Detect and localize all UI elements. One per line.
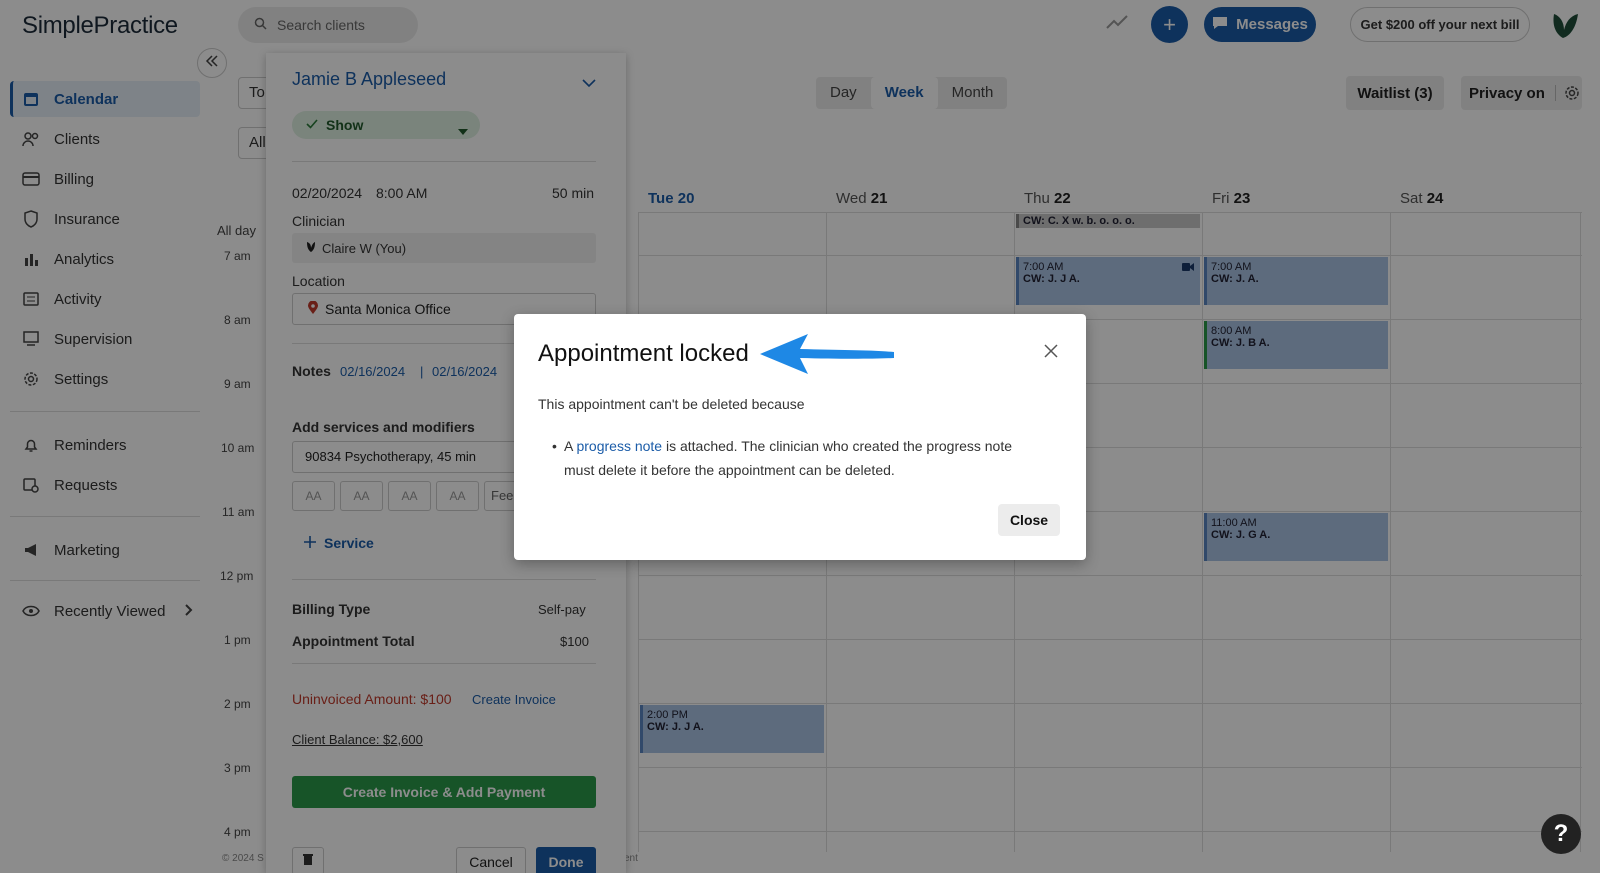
progress-note-link[interactable]: progress note [576,438,662,454]
close-icon[interactable] [1044,344,1058,363]
close-button[interactable]: Close [998,504,1060,536]
dialog-title: Appointment locked [538,340,749,367]
reason-prefix: A [564,438,577,454]
annotation-arrow-icon [760,332,896,381]
dialog-body: This appointment can't be deleted becaus… [538,396,805,412]
question-icon: ? [1553,820,1569,847]
help-button[interactable]: ? [1541,814,1581,854]
dialog-reason: A progress note is attached. The clinici… [552,434,1044,482]
